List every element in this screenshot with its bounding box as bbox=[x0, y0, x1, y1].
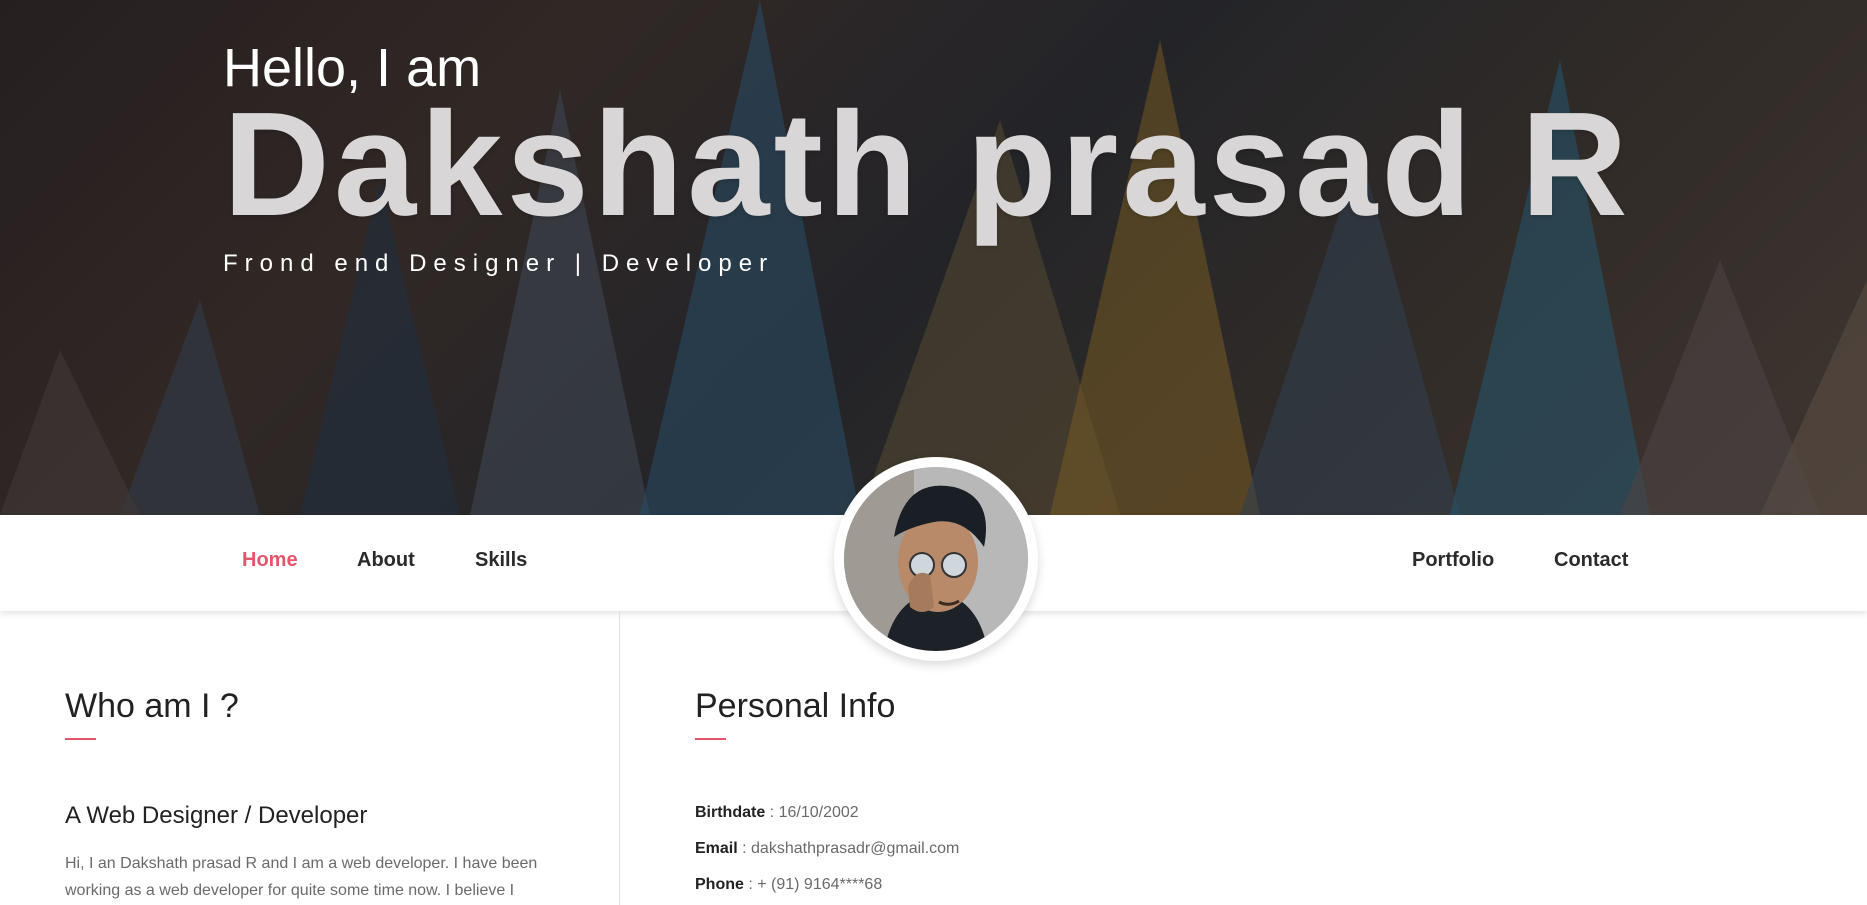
personal-info-accent bbox=[695, 738, 726, 740]
hero-name: Dakshath prasad R bbox=[223, 82, 1632, 247]
hero-banner: Hello, I am Dakshath prasad R Frond end … bbox=[0, 0, 1867, 515]
hero-text: Hello, I am Dakshath prasad R Frond end … bbox=[223, 36, 1632, 278]
about-title: Who am I ? bbox=[65, 687, 239, 725]
profile-avatar-ring bbox=[834, 457, 1038, 661]
about-title-accent bbox=[65, 738, 96, 740]
avatar bbox=[844, 467, 1028, 651]
nav-home[interactable]: Home bbox=[242, 549, 298, 572]
profile-photo bbox=[844, 467, 1028, 651]
phone-value: + (91) 9164****68 bbox=[757, 876, 883, 893]
about-description: Hi, I an Dakshath prasad R and I am a we… bbox=[65, 855, 538, 899]
birthdate-value: 16/10/2002 bbox=[778, 804, 859, 821]
column-divider bbox=[619, 611, 620, 905]
nav-about[interactable]: About bbox=[357, 549, 415, 572]
info-phone: Phone : + (91) 9164****68 bbox=[695, 876, 883, 893]
nav-portfolio[interactable]: Portfolio bbox=[1412, 549, 1494, 572]
nav-contact[interactable]: Contact bbox=[1554, 549, 1628, 572]
info-birthdate: Birthdate : 16/10/2002 bbox=[695, 804, 859, 821]
personal-info-title: Personal Info bbox=[695, 687, 896, 725]
email-value: dakshathprasadr@gmail.com bbox=[751, 840, 960, 857]
phone-label: Phone bbox=[695, 876, 744, 893]
email-label: Email bbox=[695, 840, 738, 857]
nav-skills[interactable]: Skills bbox=[475, 549, 527, 572]
about-subtitle: A Web Designer / Developer bbox=[65, 802, 368, 829]
birthdate-label: Birthdate bbox=[695, 804, 766, 821]
hero-tagline: Frond end Designer | Developer bbox=[223, 250, 775, 277]
info-email: Email : dakshathprasadr@gmail.com bbox=[695, 840, 960, 857]
